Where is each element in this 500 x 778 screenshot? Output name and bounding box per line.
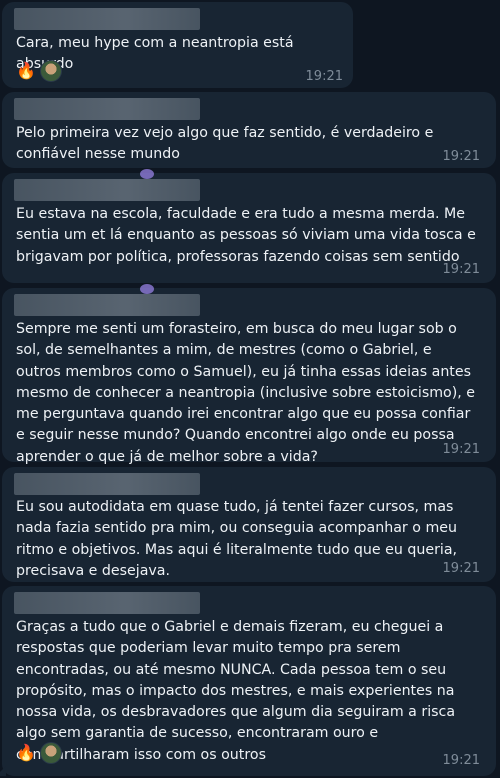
bubble-tail	[0, 766, 6, 776]
message-text: Sempre me senti um forasteiro, em busca …	[16, 321, 476, 465]
message-bubble-2[interactable]: Pelo primeira vez vejo algo que faz sent…	[2, 92, 496, 168]
message-text: Eu estava na escola, faculdade e era tud…	[16, 206, 476, 265]
message-time: 19:21	[442, 442, 480, 457]
message-text: Pelo primeira vez vejo algo que faz sent…	[16, 125, 434, 163]
message-bubble-6[interactable]: Graças a tudo que o Gabriel e demais fiz…	[0, 586, 496, 776]
message-time: 19:21	[442, 561, 480, 576]
fire-icon[interactable]: 🔥	[16, 61, 36, 81]
reaction-avatar	[39, 60, 62, 82]
sender-name-redacted	[14, 592, 200, 614]
message-time: 19:21	[442, 149, 480, 164]
message-time: 19:21	[442, 753, 480, 768]
reactions[interactable]: 🔥	[16, 742, 62, 764]
sender-name-redacted	[14, 473, 200, 495]
avatar-dot	[140, 284, 154, 294]
message-text: Cara, meu hype com a neantropia está abs…	[16, 35, 294, 72]
message-bubble-5[interactable]: Eu sou autodidata em quase tudo, já tent…	[2, 467, 496, 582]
message-time: 19:21	[305, 69, 343, 84]
sender-name-redacted	[14, 8, 200, 30]
message-bubble-1[interactable]: Cara, meu hype com a neantropia está abs…	[2, 2, 353, 88]
message-bubble-3[interactable]: Eu estava na escola, faculdade e era tud…	[2, 169, 496, 283]
message-bubble-4[interactable]: Sempre me senti um forasteiro, em busca …	[2, 284, 496, 465]
avatar-dot	[140, 169, 154, 179]
reaction-avatar	[39, 742, 62, 764]
reactions[interactable]: 🔥	[16, 60, 62, 82]
sender-name-redacted	[14, 98, 200, 120]
fire-icon[interactable]: 🔥	[16, 743, 36, 763]
message-time: 19:21	[442, 262, 480, 277]
sender-name-redacted	[14, 179, 200, 201]
message-text: Graças a tudo que o Gabriel e demais fiz…	[16, 619, 456, 763]
message-text: Eu sou autodidata em quase tudo, já tent…	[16, 499, 458, 579]
sender-name-redacted	[14, 294, 200, 316]
